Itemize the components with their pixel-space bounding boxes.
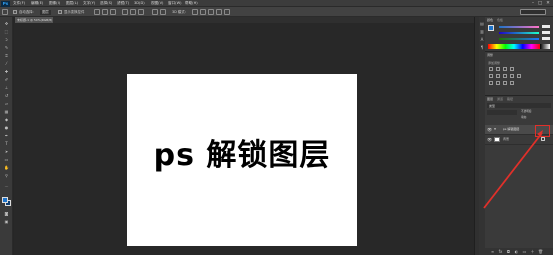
annotation-arrow bbox=[483, 130, 543, 209]
